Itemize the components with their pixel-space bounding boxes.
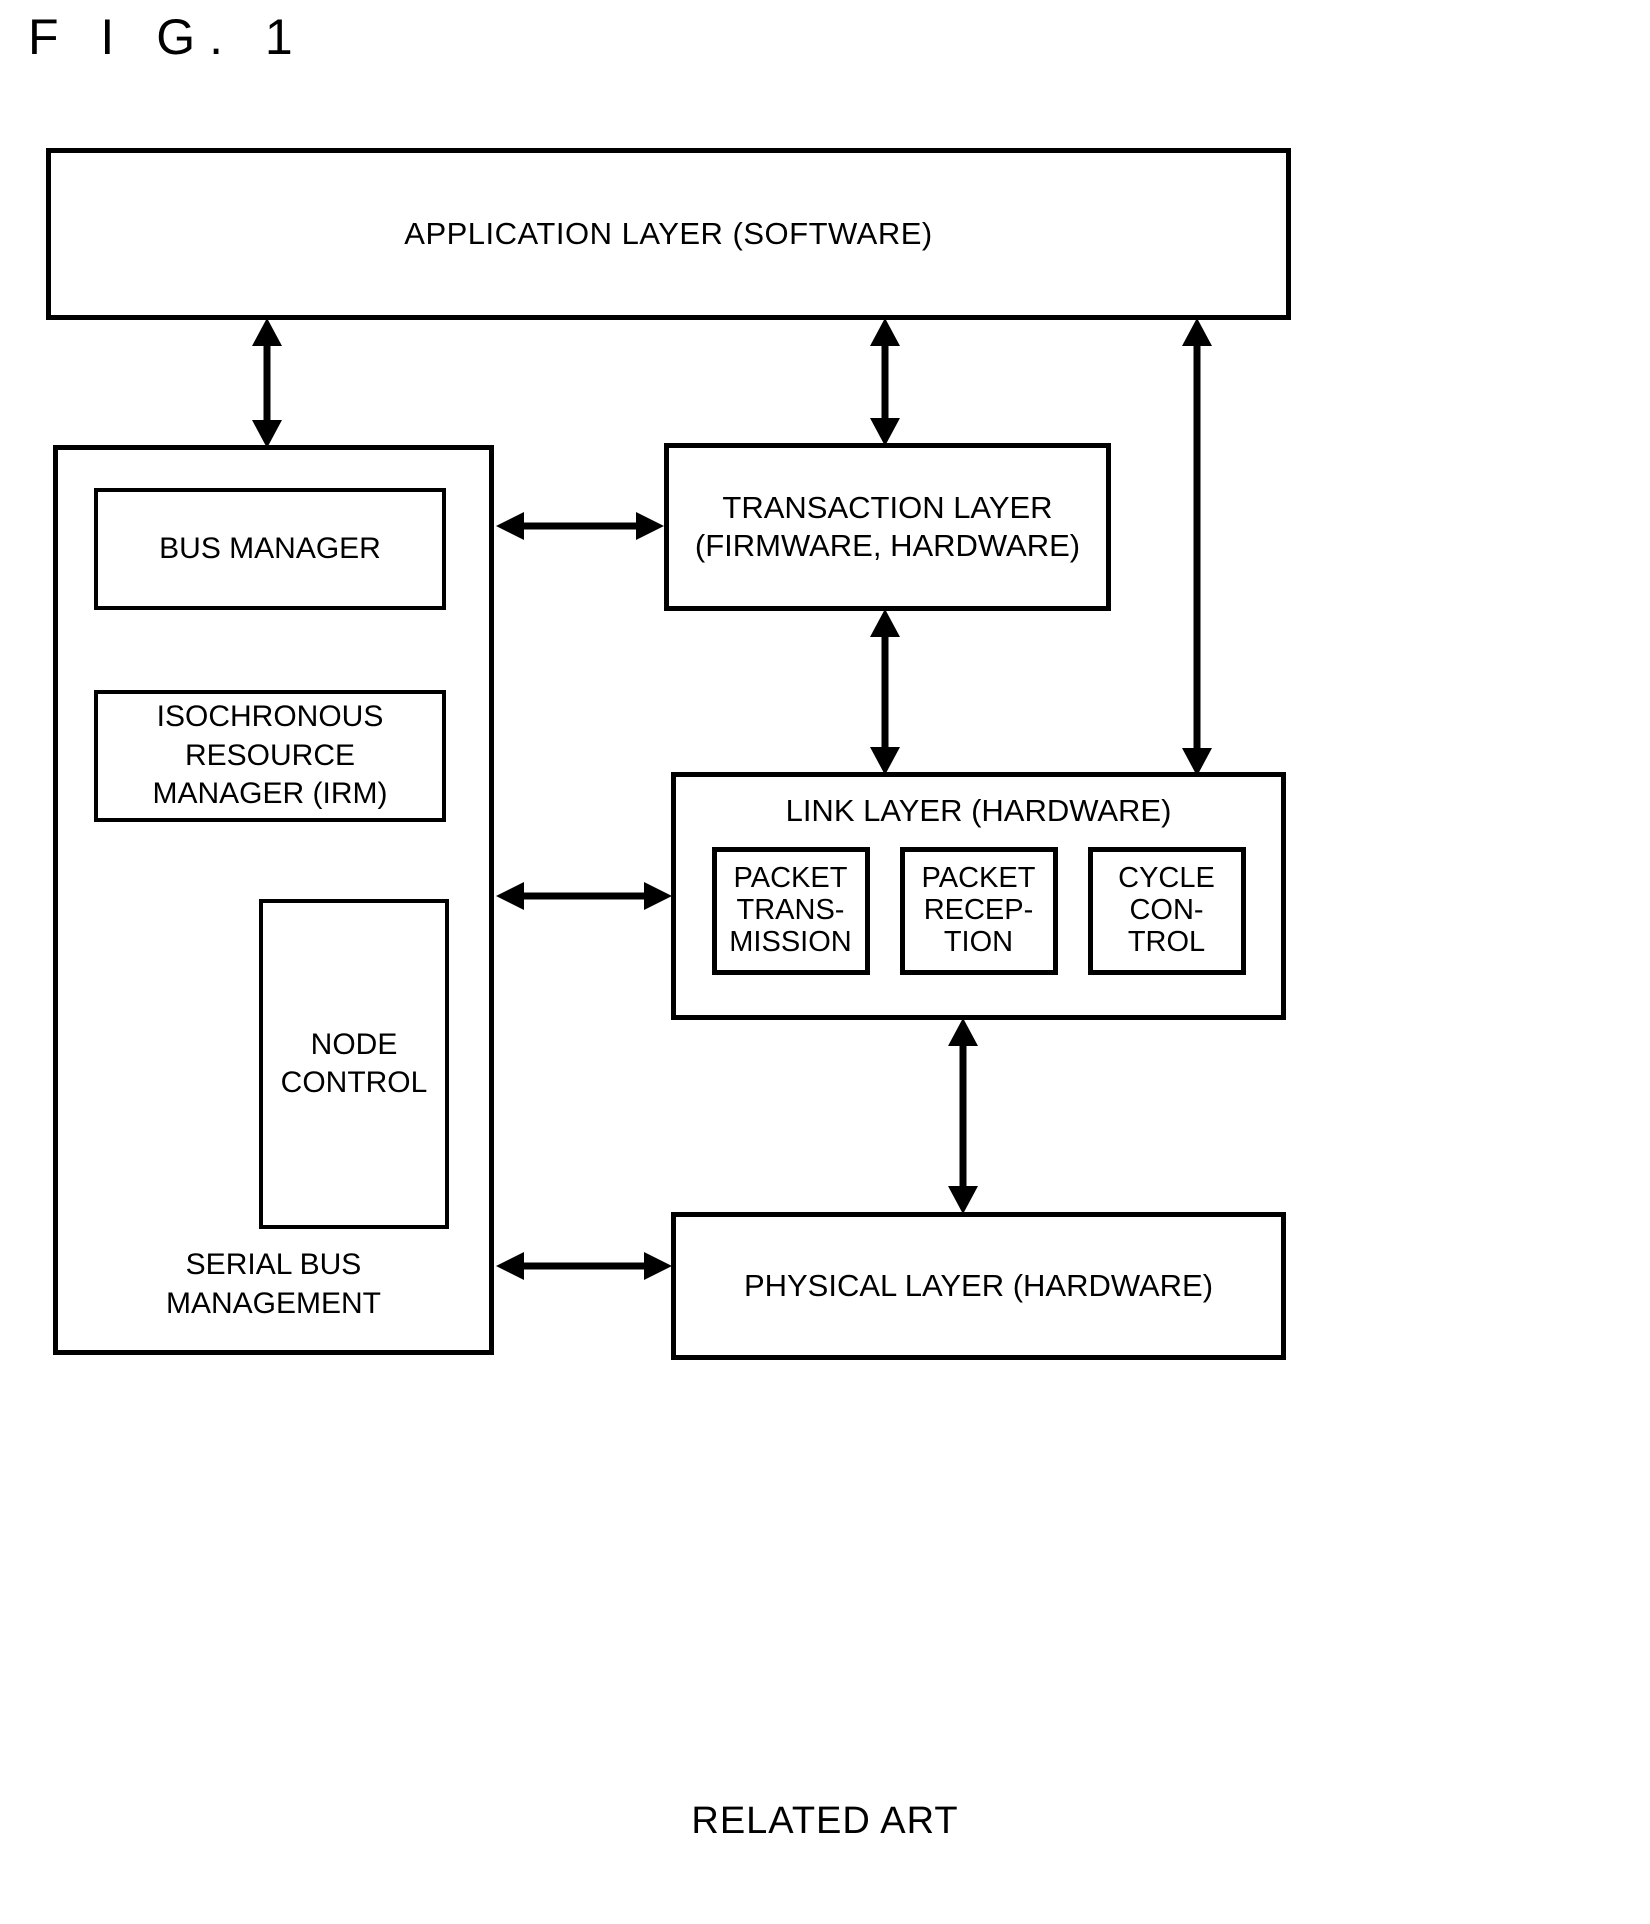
packet-transmission-box: PACKET TRANS- MISSION bbox=[711, 846, 870, 975]
transaction-layer-label: TRANSACTION LAYER (FIRMWARE, HARDWARE) bbox=[694, 489, 1081, 563]
arrow-application-to-link-layer bbox=[1174, 316, 1220, 778]
arrow-link-layer-to-physical-layer bbox=[940, 1016, 986, 1216]
packet-transmission-label: PACKET TRANS- MISSION bbox=[729, 862, 852, 958]
arrow-serial-bus-management-to-physical-layer bbox=[494, 1245, 674, 1287]
arrow-serial-bus-management-to-link-layer bbox=[494, 875, 674, 917]
physical-layer-box: PHYSICAL LAYER (HARDWARE) bbox=[671, 1212, 1286, 1360]
cycle-control-label: CYCLE CON- TROL bbox=[1118, 862, 1215, 958]
physical-layer-label: PHYSICAL LAYER (HARDWARE) bbox=[743, 1268, 1214, 1304]
node-control-label: NODE CONTROL bbox=[280, 1027, 428, 1099]
packet-reception-box: PACKET RECEP- TION bbox=[899, 846, 1058, 975]
application-layer-label: APPLICATION LAYER (SOFTWARE) bbox=[404, 216, 933, 252]
arrow-transaction-layer-to-link-layer bbox=[862, 607, 908, 777]
isochronous-resource-manager-label: ISOCHRONOUS RESOURCE MANAGER (IRM) bbox=[152, 700, 388, 811]
isochronous-resource-manager-box: ISOCHRONOUS RESOURCE MANAGER (IRM) bbox=[94, 690, 446, 822]
link-layer-sub-blocks: PACKET TRANS- MISSION PACKET RECEP- TION… bbox=[711, 846, 1246, 975]
figure-title: F I G. 1 bbox=[28, 9, 307, 65]
arrow-application-to-transaction-layer bbox=[862, 316, 908, 448]
serial-bus-management-label: SERIAL BUS MANAGEMENT bbox=[165, 1247, 381, 1321]
bus-manager-box: BUS MANAGER bbox=[94, 488, 446, 610]
figure-page: F I G. 1 APPLICATION LAYER (SOFTWARE) SE… bbox=[0, 0, 1650, 1924]
node-control-box: NODE CONTROL bbox=[259, 899, 449, 1229]
arrow-serial-bus-management-to-transaction-layer bbox=[494, 505, 666, 547]
packet-reception-label: PACKET RECEP- TION bbox=[921, 862, 1036, 958]
transaction-layer-box: TRANSACTION LAYER (FIRMWARE, HARDWARE) bbox=[664, 443, 1111, 611]
link-layer-box: LINK LAYER (HARDWARE) PACKET TRANS- MISS… bbox=[671, 772, 1286, 1020]
figure-caption: RELATED ART bbox=[691, 1800, 959, 1842]
bus-manager-label: BUS MANAGER bbox=[159, 531, 381, 565]
cycle-control-box: CYCLE CON- TROL bbox=[1087, 846, 1246, 975]
application-layer-box: APPLICATION LAYER (SOFTWARE) bbox=[46, 148, 1291, 320]
link-layer-label: LINK LAYER (HARDWARE) bbox=[785, 793, 1172, 828]
arrow-application-to-serial-bus-management bbox=[244, 316, 290, 450]
